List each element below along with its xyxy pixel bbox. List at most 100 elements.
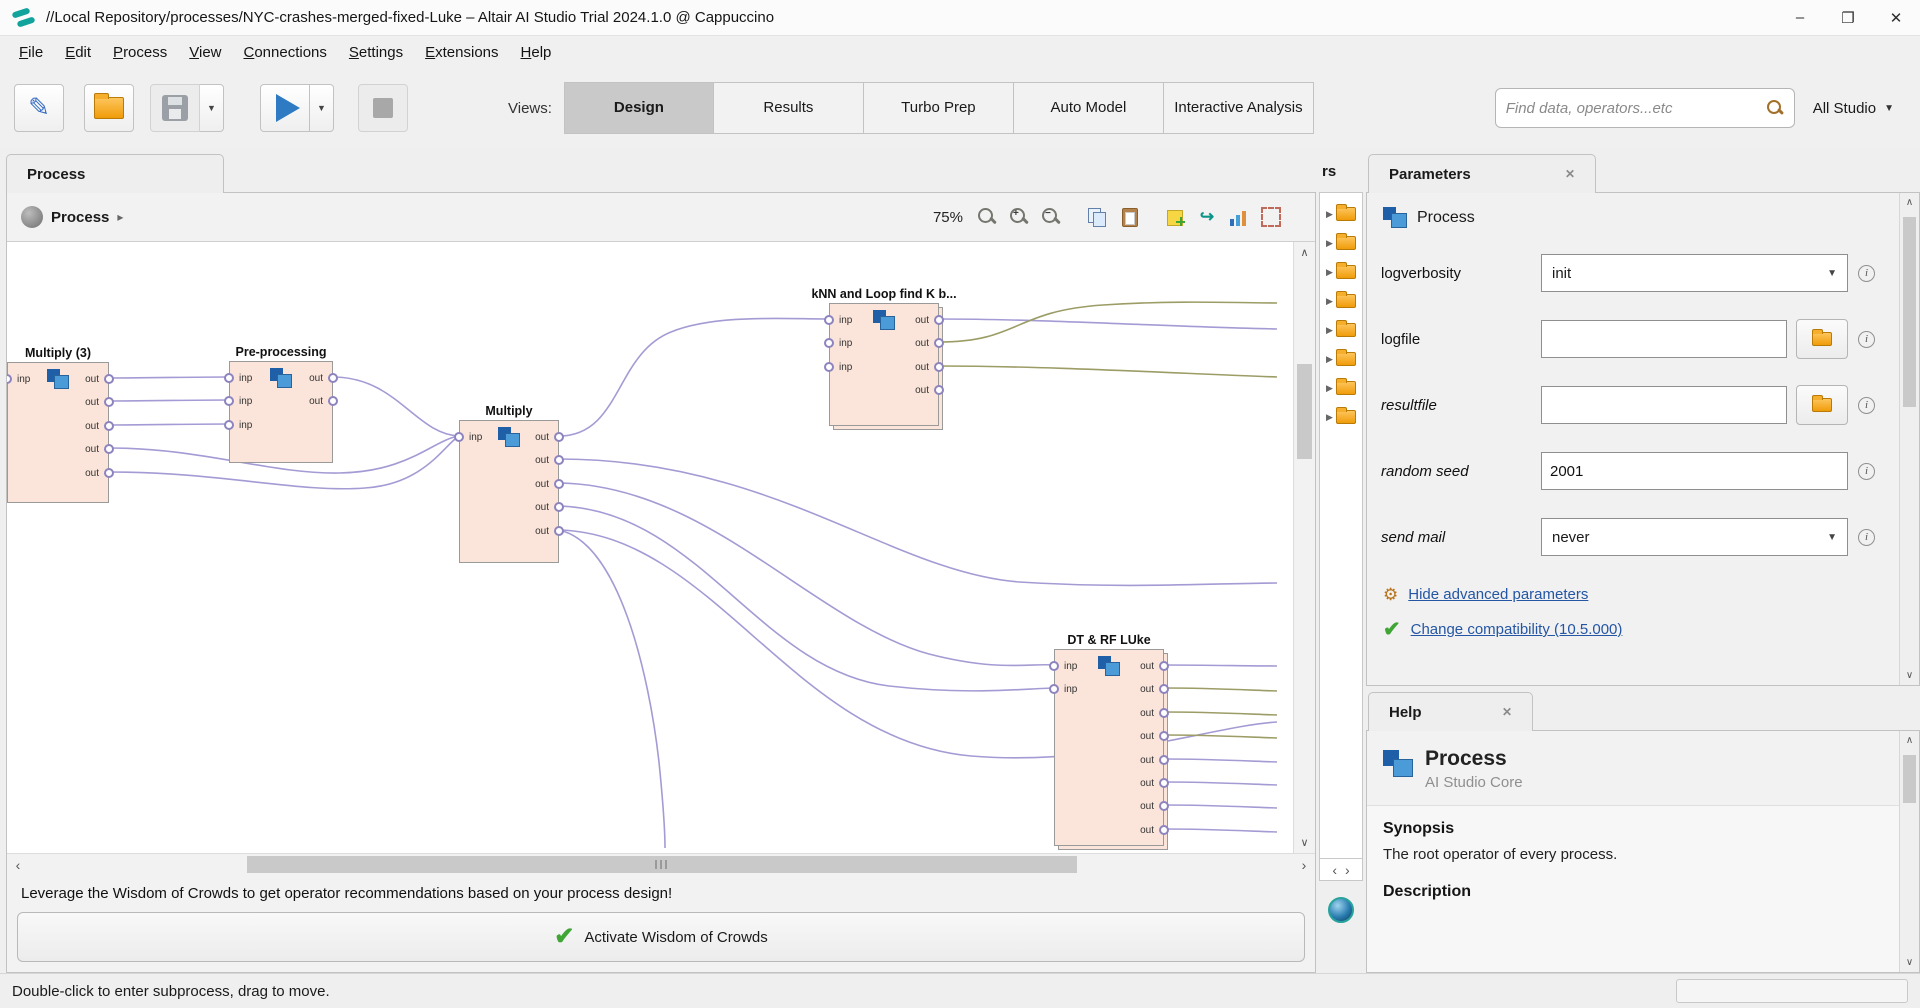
- hide-advanced-parameters-link[interactable]: Hide advanced parameters: [1408, 586, 1588, 603]
- connection-wire[interactable]: [109, 424, 229, 425]
- connection-wire[interactable]: [1164, 805, 1277, 808]
- tree-folder-row[interactable]: ▶: [1326, 236, 1356, 250]
- menu-process[interactable]: Process: [102, 39, 178, 66]
- scroll-up-icon[interactable]: ∧: [1906, 197, 1913, 208]
- connection-wire[interactable]: [559, 530, 1277, 758]
- connection-wire[interactable]: [1164, 759, 1277, 762]
- connection-wire[interactable]: [1164, 735, 1277, 738]
- output-port[interactable]: out: [328, 373, 338, 383]
- tree-folder-row[interactable]: ▶: [1326, 410, 1356, 424]
- activate-wisdom-button[interactable]: ✔ Activate Wisdom of Crowds: [17, 912, 1305, 962]
- connection-wire[interactable]: [559, 530, 665, 848]
- connection-wire[interactable]: [1164, 688, 1277, 691]
- copy-icon[interactable]: [1087, 207, 1107, 227]
- breadcrumb[interactable]: Process: [51, 209, 109, 226]
- input-port[interactable]: inp: [824, 315, 834, 325]
- input-port[interactable]: inp: [7, 374, 12, 384]
- operator-dt-rf-luke[interactable]: DT & RF LUkeinpinpoutoutoutoutoutoutouto…: [1054, 649, 1164, 846]
- connection-wire[interactable]: [109, 377, 229, 378]
- scroll-right-icon[interactable]: ›: [1293, 857, 1315, 873]
- expand-icon[interactable]: ▶: [1326, 296, 1333, 307]
- show-chart-icon[interactable]: [1229, 207, 1249, 227]
- expand-icon[interactable]: ▶: [1326, 383, 1333, 394]
- input-port[interactable]: inp: [1049, 661, 1059, 671]
- paste-icon[interactable]: [1119, 207, 1139, 227]
- nav-left-icon[interactable]: ‹: [1332, 862, 1337, 878]
- input-port[interactable]: inp: [224, 396, 234, 406]
- menu-edit[interactable]: Edit: [54, 39, 102, 66]
- vertical-scroll-thumb[interactable]: [1297, 364, 1312, 459]
- new-process-button[interactable]: ✎: [14, 84, 64, 132]
- info-icon[interactable]: i: [1858, 463, 1875, 480]
- tree-folder-row[interactable]: ▶: [1326, 294, 1356, 308]
- connection-wire[interactable]: [1164, 665, 1277, 666]
- input-port[interactable]: inp: [224, 373, 234, 383]
- output-port[interactable]: out: [1159, 755, 1169, 765]
- view-interactive-analysis[interactable]: Interactive Analysis: [1164, 82, 1314, 134]
- input-port[interactable]: inp: [454, 432, 464, 442]
- parameters-scrollbar[interactable]: ∧ ∨: [1899, 193, 1919, 685]
- output-port[interactable]: out: [934, 362, 944, 372]
- minimize-button[interactable]: –: [1776, 0, 1824, 35]
- output-port[interactable]: out: [554, 479, 564, 489]
- menu-view[interactable]: View: [178, 39, 232, 66]
- param-input-logfile[interactable]: [1541, 320, 1787, 358]
- zoom-out-icon[interactable]: −: [1041, 207, 1061, 227]
- change-compatibility-link[interactable]: Change compatibility (10.5.000): [1411, 621, 1623, 638]
- view-design[interactable]: Design: [564, 82, 714, 134]
- menu-help[interactable]: Help: [510, 39, 563, 66]
- info-icon[interactable]: i: [1858, 529, 1875, 546]
- expand-icon[interactable]: ▶: [1326, 325, 1333, 336]
- zoom-in-icon[interactable]: +: [1009, 207, 1029, 227]
- connection-wire[interactable]: [559, 318, 829, 436]
- connection-wire[interactable]: [1164, 712, 1277, 715]
- search-icon[interactable]: [1766, 99, 1784, 117]
- expand-icon[interactable]: ▶: [1326, 412, 1333, 423]
- run-dropdown-button[interactable]: ▼: [310, 84, 334, 132]
- output-port[interactable]: out: [104, 374, 114, 384]
- info-icon[interactable]: i: [1858, 397, 1875, 414]
- browse-button-logfile[interactable]: [1796, 319, 1848, 359]
- connection-wire[interactable]: [939, 366, 1277, 377]
- output-port[interactable]: out: [554, 432, 564, 442]
- connection-wire[interactable]: [333, 377, 459, 436]
- canvas-vertical-scrollbar[interactable]: ∧ ∨: [1293, 242, 1315, 853]
- operator-multiply-3[interactable]: Multiply (3)inpoutoutoutoutout: [7, 362, 109, 503]
- scroll-up-icon[interactable]: ∧: [1906, 735, 1913, 746]
- stop-button[interactable]: [358, 84, 408, 132]
- tab-parameters[interactable]: Parameters ✕: [1368, 154, 1596, 193]
- scroll-down-icon[interactable]: ∨: [1906, 670, 1913, 681]
- scroll-left-icon[interactable]: ‹: [7, 857, 29, 873]
- connection-wire[interactable]: [1164, 782, 1277, 785]
- input-port[interactable]: inp: [1049, 684, 1059, 694]
- help-scrollbar[interactable]: ∧ ∨: [1899, 731, 1919, 972]
- tree-folder-row[interactable]: ▶: [1326, 381, 1356, 395]
- output-port[interactable]: out: [1159, 708, 1169, 718]
- close-button[interactable]: ✕: [1872, 0, 1920, 35]
- close-parameters-icon[interactable]: ✕: [1539, 167, 1575, 181]
- menu-connections[interactable]: Connections: [233, 39, 338, 66]
- add-note-icon[interactable]: [1165, 207, 1185, 227]
- output-port[interactable]: out: [104, 421, 114, 431]
- search-input[interactable]: [1506, 100, 1766, 117]
- zoom-reset-icon[interactable]: [977, 207, 997, 227]
- output-port[interactable]: out: [104, 468, 114, 478]
- info-icon[interactable]: i: [1858, 331, 1875, 348]
- scroll-up-icon[interactable]: ∧: [1300, 246, 1308, 259]
- browse-button-resultfile[interactable]: [1796, 385, 1848, 425]
- expand-icon[interactable]: ▶: [1326, 238, 1333, 249]
- tree-folder-row[interactable]: ▶: [1326, 352, 1356, 366]
- auto-wire-icon[interactable]: ↪: [1197, 207, 1217, 227]
- output-port[interactable]: out: [934, 315, 944, 325]
- param-input-resultfile[interactable]: [1541, 386, 1787, 424]
- connection-wire[interactable]: [109, 400, 229, 401]
- connection-wire[interactable]: [939, 319, 1277, 329]
- nav-right-icon[interactable]: ›: [1345, 862, 1350, 878]
- output-port[interactable]: out: [1159, 825, 1169, 835]
- run-button[interactable]: [260, 84, 310, 132]
- maximize-button[interactable]: ❐: [1824, 0, 1872, 35]
- expand-icon[interactable]: ▶: [1326, 354, 1333, 365]
- connection-wire[interactable]: [1164, 829, 1277, 832]
- param-select-send-mail[interactable]: never▼: [1541, 518, 1848, 556]
- expand-icon[interactable]: ▶: [1326, 267, 1333, 278]
